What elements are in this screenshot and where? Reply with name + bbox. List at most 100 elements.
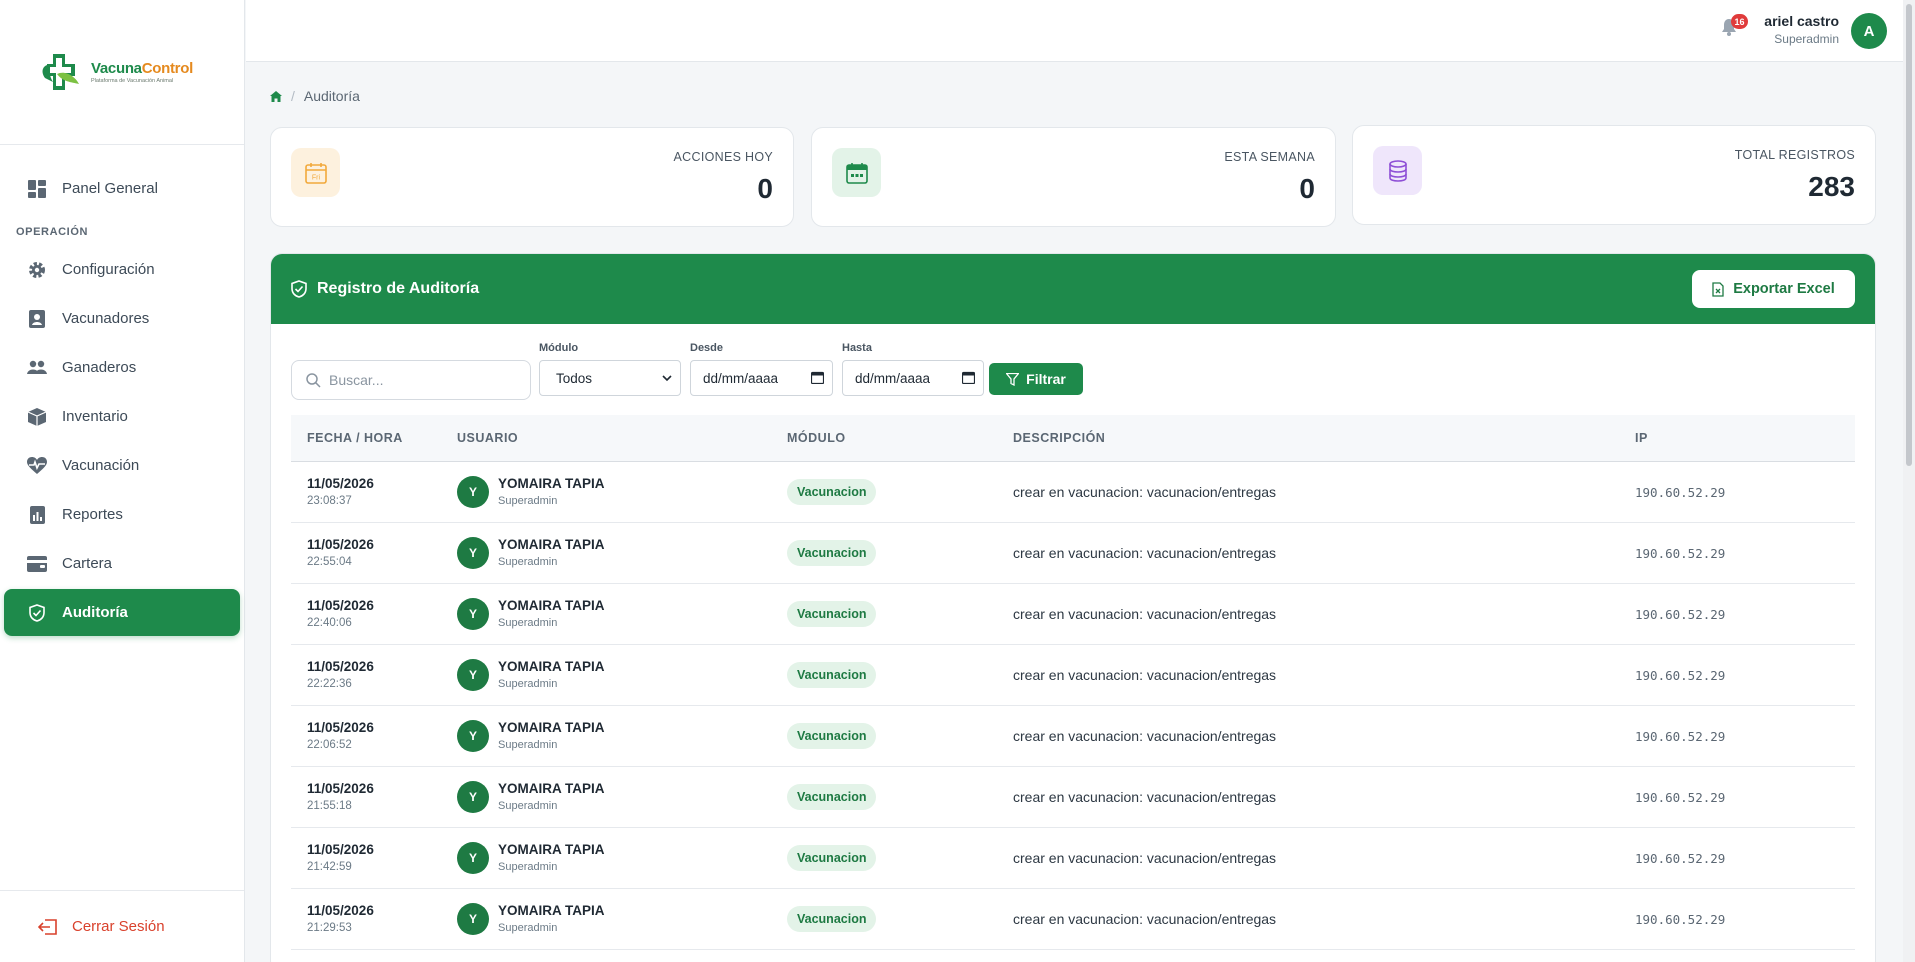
table-header-row: FECHA / HORA USUARIO MÓDULO DESCRIPCIÓN … [291, 415, 1855, 461]
table-row: 11/05/2026 21:42:59 Y YOMAIRA TAPIA Superadm… [291, 827, 1855, 888]
row-description: crear en vacunacion: vacunacion/entregas [1013, 727, 1277, 744]
filter-button[interactable]: Filtrar [989, 363, 1083, 395]
row-user-name: YOMAIRA TAPIA [498, 476, 605, 491]
row-user-name: YOMAIRA TAPIA [498, 781, 605, 796]
row-time: 22:22:36 [307, 678, 352, 690]
row-user-role: Superadmin [498, 556, 558, 568]
column-header-usuario[interactable]: USUARIO [441, 415, 771, 461]
cell-fecha: 11/05/2026 22:55:04 [291, 522, 441, 583]
cell-usuario: Y YOMAIRA TAPIA Superadmin [441, 644, 771, 705]
cell-modulo: Vacunacion [771, 827, 997, 888]
cell-ip: 190.60.52.29 [1619, 461, 1855, 522]
cell-fecha: 11/05/2026 21:55:18 [291, 766, 441, 827]
shield-check-icon [291, 280, 307, 298]
calendar-week-icon [832, 148, 881, 197]
brand-logo[interactable]: VacunaControl Plataforma de Vacunación A… [0, 0, 244, 145]
avatar: Y [457, 597, 489, 630]
notifications-button[interactable]: 16 [1721, 14, 1748, 40]
sidebar-item-reportes[interactable]: Reportes [4, 491, 240, 538]
dashboard-icon [26, 178, 48, 200]
modulo-label: Módulo [539, 342, 579, 354]
sidebar-item-panel-general[interactable]: Panel General [4, 165, 240, 212]
scrollbar-thumb[interactable] [1906, 4, 1912, 466]
sidebar-item-label: Cartera [62, 555, 113, 572]
row-user-name: YOMAIRA TAPIA [498, 659, 605, 674]
row-ip: 190.60.52.29 [1635, 728, 1726, 744]
logout-button[interactable]: Cerrar Sesión [0, 890, 244, 962]
cell-fecha: 11/05/2026 23:08:37 [291, 461, 441, 522]
page-scrollbar[interactable] [1903, 0, 1915, 962]
module-badge: Vacunacion [787, 722, 877, 749]
cell-modulo: Vacunacion [771, 766, 997, 827]
row-user-role: Superadmin [498, 861, 558, 873]
breadcrumb-current: Auditoría [303, 88, 360, 104]
id-badge-icon [26, 308, 48, 330]
module-badge: Vacunacion [787, 600, 877, 627]
cell-usuario: Y YOMAIRA TAPIA Superadmin [441, 705, 771, 766]
cell-ip: 190.60.52.29 [1619, 827, 1855, 888]
desde-date-input[interactable]: dd/mm/aaaa [690, 360, 833, 396]
filter-icon [1006, 372, 1020, 386]
sidebar-item-cartera[interactable]: Cartera [4, 540, 240, 587]
home-icon[interactable] [270, 90, 282, 102]
cell-fecha: 11/05/2026 21:42:59 [291, 827, 441, 888]
logout-icon [38, 918, 58, 935]
sidebar-item-vacunacion[interactable]: Vacunación [4, 442, 240, 489]
avatar: Y [457, 841, 489, 874]
stat-label: TOTAL REGISTROS [1734, 148, 1855, 162]
cell-usuario: Y YOMAIRA TAPIA Superadmin [441, 827, 771, 888]
cell-usuario: Y YOMAIRA TAPIA Superadmin [441, 522, 771, 583]
avatar: Y [457, 719, 489, 752]
sidebar-item-auditoria[interactable]: Auditoría [4, 589, 240, 636]
row-user-role: Superadmin [498, 922, 558, 934]
logo-cross-icon [42, 54, 79, 90]
column-header-modulo[interactable]: MÓDULO [771, 415, 997, 461]
row-user-name: YOMAIRA TAPIA [498, 842, 605, 857]
sidebar-item-inventario[interactable]: Inventario [4, 393, 240, 440]
column-header-ip[interactable]: IP [1619, 415, 1855, 461]
row-user-name: YOMAIRA TAPIA [498, 903, 605, 918]
row-description: crear en vacunacion: vacunacion/entregas [1013, 666, 1277, 683]
sidebar-item-configuracion[interactable]: Configuración [4, 246, 240, 293]
row-time: 22:06:52 [307, 739, 352, 751]
top-header: 16 ariel castro Superadmin A [246, 0, 1903, 62]
cell-descripcion: crear en vacunacion: vacunacion/entregas [997, 888, 1619, 949]
cell-ip: 190.60.52.29 [1619, 888, 1855, 949]
modulo-select[interactable]: Todos [539, 360, 681, 396]
module-badge: Vacunacion [787, 661, 877, 688]
cell-ip: 190.60.52.29 [1619, 522, 1855, 583]
cell-ip: 190.60.52.29 [1619, 583, 1855, 644]
file-excel-icon [1712, 281, 1724, 297]
hasta-date-value: dd/mm/aaaa [855, 370, 931, 386]
row-date: 11/05/2026 [307, 659, 374, 674]
row-time: 22:40:06 [307, 617, 352, 629]
row-user-name: YOMAIRA TAPIA [498, 720, 605, 735]
sidebar-item-label: Panel General [62, 180, 158, 197]
sidebar-item-vacunadores[interactable]: Vacunadores [4, 295, 240, 342]
box-icon [26, 406, 48, 428]
row-date: 11/05/2026 [307, 842, 374, 857]
table-row: 11/05/2026 22:55:04 Y YOMAIRA TAPIA Superadm… [291, 522, 1855, 583]
user-menu[interactable]: ariel castro Superadmin [1764, 13, 1839, 46]
sidebar-item-ganaderos[interactable]: Ganaderos [4, 344, 240, 391]
search-input[interactable]: Buscar... [291, 360, 531, 400]
sidebar-item-label: Ganaderos [62, 359, 137, 376]
filter-button-label: Filtrar [1026, 371, 1066, 387]
row-date: 11/05/2026 [307, 781, 374, 796]
database-icon [1373, 146, 1422, 195]
row-ip: 190.60.52.29 [1635, 850, 1726, 866]
module-badge: Vacunacion [787, 783, 877, 810]
user-role: Superadmin [1774, 32, 1839, 46]
column-header-descripcion[interactable]: DESCRIPCIÓN [997, 415, 1619, 461]
avatar[interactable]: A [1851, 13, 1887, 49]
audit-card-title: Registro de Auditoría [317, 280, 480, 297]
heartbeat-icon [26, 455, 48, 477]
stat-value: 0 [1299, 173, 1315, 204]
export-excel-label: Exportar Excel [1733, 281, 1835, 297]
row-date: 11/05/2026 [307, 720, 374, 735]
column-header-fecha[interactable]: FECHA / HORA [291, 415, 441, 461]
hasta-date-input[interactable]: dd/mm/aaaa [842, 360, 984, 396]
export-excel-button[interactable]: Exportar Excel [1692, 270, 1855, 308]
stat-card-esta-semana: ESTA SEMANA 0 [811, 127, 1336, 227]
row-description: crear en vacunacion: vacunacion/entregas [1013, 605, 1277, 622]
